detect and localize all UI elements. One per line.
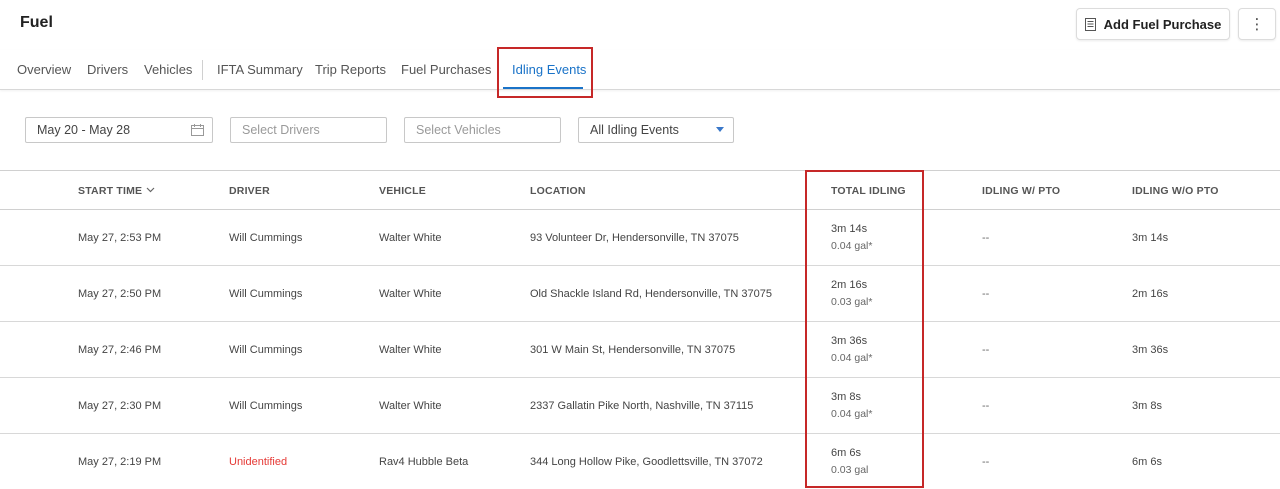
table-row[interactable]: May 27, 2:19 PM Unidentified Rav4 Hubble…: [0, 434, 1280, 489]
tab-bar: Overview Drivers Vehicles IFTA Summary T…: [0, 50, 1280, 90]
vehicle-cell: Rav4 Hubble Beta: [379, 455, 469, 468]
table-row[interactable]: May 27, 2:46 PM Will Cummings Walter Whi…: [0, 322, 1280, 378]
select-drivers-input[interactable]: Select Drivers: [230, 117, 387, 143]
tab-drivers[interactable]: Drivers: [87, 62, 128, 77]
table-row[interactable]: May 27, 2:50 PM Will Cummings Walter Whi…: [0, 266, 1280, 322]
location-cell: 2337 Gallatin Pike North, Nashville, TN …: [530, 399, 754, 412]
driver-cell: Will Cummings: [229, 287, 303, 300]
table-row[interactable]: May 27, 2:53 PM Will Cummings Walter Whi…: [0, 210, 1280, 266]
column-header-vehicle: VEHICLE: [379, 185, 426, 197]
page-header: Fuel Add Fuel Purchase ⋮: [0, 0, 1280, 50]
table-top-border: [0, 170, 1280, 171]
driver-cell: Will Cummings: [229, 231, 303, 244]
select-vehicles-input[interactable]: Select Vehicles: [404, 117, 561, 143]
vehicle-cell: Walter White: [379, 231, 442, 244]
idling-with-pto-cell: --: [982, 455, 990, 468]
tab-overview[interactable]: Overview: [17, 62, 71, 77]
more-vertical-icon: ⋮: [1249, 16, 1265, 33]
tab-ifta-summary[interactable]: IFTA Summary: [217, 62, 303, 77]
chevron-down-icon: [146, 187, 155, 193]
total-idling-highlight-box: [805, 170, 924, 488]
idling-with-pto-cell: --: [982, 399, 990, 412]
select-drivers-placeholder: Select Drivers: [242, 123, 320, 137]
idling-events-type-select[interactable]: All Idling Events: [578, 117, 734, 143]
start-time-cell: May 27, 2:46 PM: [78, 343, 162, 356]
idling-with-pto-cell: --: [982, 343, 990, 356]
vehicle-cell: Walter White: [379, 287, 442, 300]
column-header-idling-with-pto: IDLING W/ PTO: [982, 185, 1061, 197]
more-options-button[interactable]: ⋮: [1238, 8, 1276, 40]
date-range-value: May 20 - May 28: [37, 123, 131, 137]
caret-down-icon: [716, 127, 724, 132]
tab-vehicles[interactable]: Vehicles: [144, 62, 192, 77]
idling-without-pto-cell: 3m 8s: [1132, 399, 1162, 412]
vehicle-cell: Walter White: [379, 399, 442, 412]
start-time-header-label: START TIME: [78, 185, 143, 197]
location-cell: 344 Long Hollow Pike, Goodlettsville, TN…: [530, 455, 763, 468]
start-time-cell: May 27, 2:30 PM: [78, 399, 162, 412]
idling-events-type-value: All Idling Events: [590, 123, 679, 137]
location-cell: 301 W Main St, Hendersonville, TN 37075: [530, 343, 736, 356]
calendar-icon: [191, 124, 204, 136]
tab-fuel-purchases[interactable]: Fuel Purchases: [401, 62, 491, 77]
start-time-cell: May 27, 2:50 PM: [78, 287, 162, 300]
idling-without-pto-cell: 2m 16s: [1132, 287, 1169, 300]
column-header-driver: DRIVER: [229, 185, 270, 197]
driver-cell: Will Cummings: [229, 399, 303, 412]
select-vehicles-placeholder: Select Vehicles: [416, 123, 501, 137]
add-fuel-purchase-button[interactable]: Add Fuel Purchase: [1076, 8, 1230, 40]
tab-divider: [202, 60, 203, 80]
page-title: Fuel: [20, 14, 53, 31]
tab-highlight-box: [497, 47, 593, 98]
location-cell: 93 Volunteer Dr, Hendersonville, TN 3707…: [530, 231, 739, 244]
date-range-picker[interactable]: May 20 - May 28: [25, 117, 213, 143]
vehicle-cell: Walter White: [379, 343, 442, 356]
add-fuel-purchase-label: Add Fuel Purchase: [1103, 16, 1222, 32]
idling-with-pto-cell: --: [982, 287, 990, 300]
idling-with-pto-cell: --: [982, 231, 990, 244]
location-cell: Old Shackle Island Rd, Hendersonville, T…: [530, 287, 772, 300]
driver-cell: Will Cummings: [229, 343, 303, 356]
idling-without-pto-cell: 6m 6s: [1132, 455, 1162, 468]
table-row[interactable]: May 27, 2:30 PM Will Cummings Walter Whi…: [0, 378, 1280, 434]
idling-without-pto-cell: 3m 36s: [1132, 343, 1169, 356]
column-header-location: LOCATION: [530, 185, 586, 197]
tab-trip-reports[interactable]: Trip Reports: [315, 62, 386, 77]
start-time-cell: May 27, 2:19 PM: [78, 455, 162, 468]
start-time-cell: May 27, 2:53 PM: [78, 231, 162, 244]
receipt-icon: [1084, 17, 1096, 31]
driver-cell-unidentified: Unidentified: [229, 455, 288, 468]
column-header-idling-without-pto: IDLING W/O PTO: [1132, 185, 1219, 197]
column-header-start-time[interactable]: START TIME: [78, 185, 155, 197]
idling-without-pto-cell: 3m 14s: [1132, 231, 1169, 244]
